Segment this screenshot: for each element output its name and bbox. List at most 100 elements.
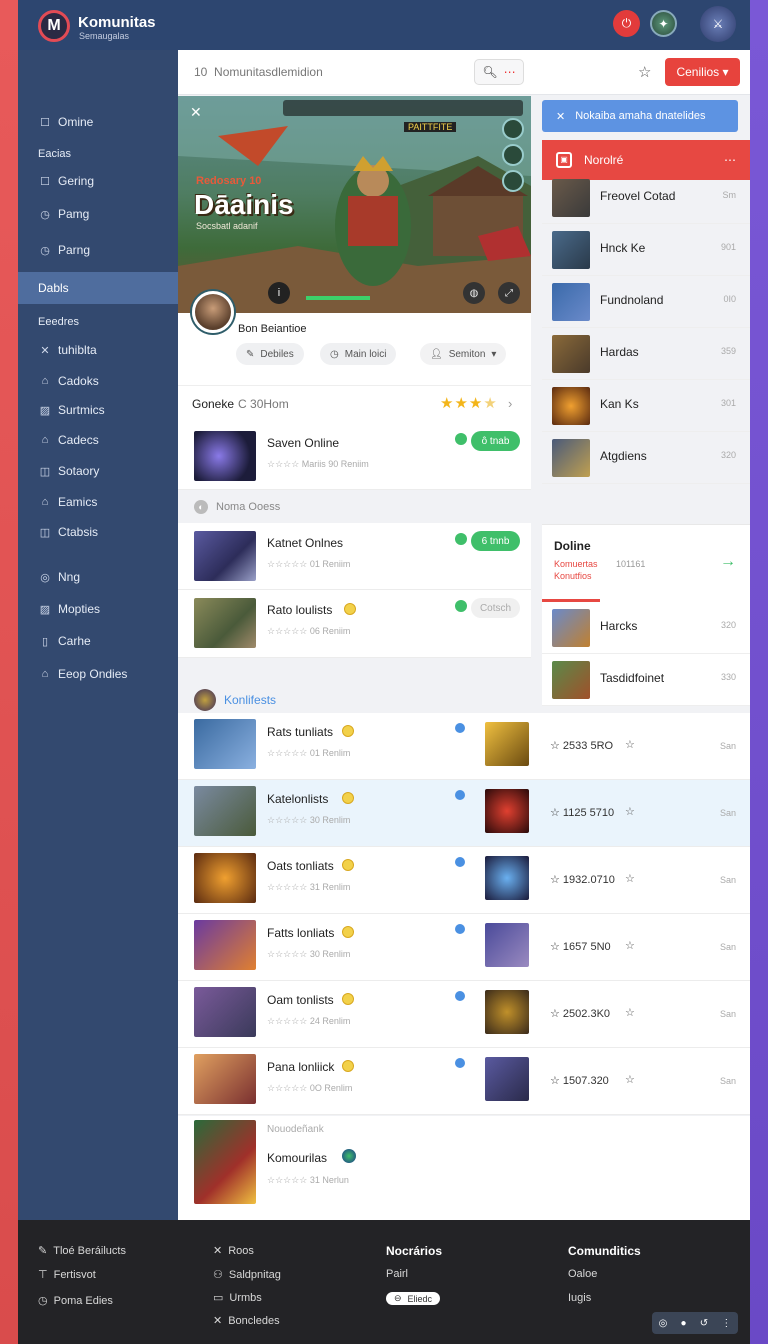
sidebar-item-label: Eeop Ondies bbox=[58, 667, 128, 681]
favorite-star-icon[interactable]: ☆ bbox=[638, 63, 651, 81]
table-row[interactable]: Oam tonlists ☆☆☆☆☆ 24 Renlim ☆ 2502.3K0 ☆ Sa… bbox=[178, 981, 750, 1048]
notification-icon[interactable]: ⏻ bbox=[613, 10, 640, 37]
cta-dropdown-button[interactable]: Cenilios ▾ bbox=[665, 58, 740, 86]
clock-icon: ◷ bbox=[38, 1295, 48, 1307]
badge-icon[interactable] bbox=[502, 170, 524, 192]
undo-icon[interactable]: ↺ bbox=[700, 1318, 708, 1329]
sidebar-item-parng[interactable]: ◷ Parng bbox=[18, 235, 178, 265]
footer-link[interactable]: ✕ Roos bbox=[213, 1244, 254, 1258]
refresh-icon[interactable]: ◎ bbox=[659, 1318, 668, 1329]
favorite-star-icon[interactable]: ☆ bbox=[625, 1006, 635, 1019]
table-row[interactable]: Katelonlists ☆☆☆☆☆ 30 Renlim ☆ 1125 5710 ☆ S… bbox=[178, 780, 750, 847]
row-value: ☆ 2502.3K0 bbox=[550, 1008, 611, 1020]
badge-icon[interactable] bbox=[502, 118, 524, 140]
sidebar-item-label: tuhiblta bbox=[58, 343, 97, 357]
play-pill-button[interactable]: 6 tnnb bbox=[471, 531, 520, 551]
item-value: 301 bbox=[720, 398, 736, 408]
search-button[interactable]: 🔍︎ ⋯ bbox=[474, 59, 524, 85]
table-row[interactable]: Rats tunliats ☆☆☆☆☆ 01 Renlim ☆ 2533 5RO ☆ S… bbox=[178, 713, 750, 780]
sidebar-item-eamics[interactable]: ⌂ Eamics bbox=[18, 487, 178, 517]
coin-icon bbox=[342, 993, 354, 1005]
footer-link[interactable]: ✕ Boncledes bbox=[213, 1314, 280, 1328]
arrow-right-icon[interactable]: → bbox=[720, 553, 736, 571]
game-thumbnail bbox=[194, 598, 256, 648]
table-row[interactable]: Oats tonliats ☆☆☆☆☆ 31 Renlim ☆ 1932.0710 ☆… bbox=[178, 847, 750, 914]
game-thumbnail bbox=[194, 431, 256, 481]
right-panel: ✕ Nokaiba amaha dnatelides ▣ Norolré ⋯ Freo… bbox=[542, 96, 750, 706]
favorite-star-icon[interactable]: ☆ bbox=[625, 738, 635, 751]
footer-link-label: Roos bbox=[228, 1244, 254, 1257]
sidebar-item-ctabsis[interactable]: ◫ Ctabsis bbox=[18, 517, 178, 547]
close-icon[interactable]: ✕ bbox=[190, 104, 202, 121]
sidebar-item-mopties[interactable]: ▨ Mopties bbox=[18, 594, 178, 624]
users-icon: ⚇ bbox=[213, 1269, 223, 1281]
footer-link[interactable]: ▭ Urmbs bbox=[213, 1291, 262, 1305]
pill-button[interactable]: Cotsch bbox=[471, 598, 520, 618]
hero-banner[interactable]: PAITTFITE ✕ Redosary 10 Dāainis Socsbatl… bbox=[178, 96, 531, 313]
list-item[interactable]: Nouodeñank Komourilas ☆☆☆☆☆ 31 Nerlun bbox=[178, 1116, 750, 1220]
row-meta-text: 24 Renlim bbox=[309, 1016, 351, 1026]
favorite-star-icon[interactable]: ☆ bbox=[625, 805, 635, 818]
footer-link[interactable]: Iugis bbox=[568, 1292, 591, 1304]
close-icon[interactable]: ✕ bbox=[556, 110, 565, 123]
search-text: Nomunitasdlemidion bbox=[214, 65, 323, 79]
footer-link[interactable]: ⊤ Fertisvot bbox=[38, 1268, 96, 1282]
record-icon[interactable]: ● bbox=[681, 1318, 687, 1329]
list-item[interactable]: Atgdiens 320 bbox=[542, 432, 750, 484]
more-icon[interactable]: ⋯ bbox=[724, 153, 736, 167]
search-input[interactable]: 10 Nomunitasdlemidion bbox=[194, 65, 323, 79]
app-logo[interactable]: M bbox=[38, 10, 70, 42]
chip-debiles[interactable]: ✎ Debiles bbox=[236, 343, 304, 365]
chat-icon: ▭ bbox=[213, 1292, 224, 1304]
list-item[interactable]: Rato loulists ☆☆☆☆☆ 06 Reniim Cotsch bbox=[178, 590, 531, 658]
footer-pill-button[interactable]: ⊖ Eliedc bbox=[386, 1292, 441, 1305]
sidebar-item-eeop-ondies[interactable]: ⌂ Eeop Ondies bbox=[18, 659, 178, 689]
badge-icon[interactable] bbox=[502, 144, 524, 166]
sidebar-item-omine[interactable]: ☐ Omine bbox=[18, 107, 178, 137]
favorite-star-icon[interactable]: ☆ bbox=[625, 872, 635, 885]
list-item[interactable]: Hnck Ke 901 bbox=[542, 224, 750, 276]
notice-banner[interactable]: ✕ Nokaiba amaha dnatelides bbox=[542, 100, 738, 132]
list-item[interactable]: Kan Ks 301 bbox=[542, 380, 750, 432]
table-row[interactable]: Fatts lonliats ☆☆☆☆☆ 30 Renlim ☆ 1657 5N0 ☆… bbox=[178, 914, 750, 981]
sidebar-item-dabls[interactable]: Dabls bbox=[18, 272, 178, 304]
footer-link[interactable]: ⚇ Saldpnitag bbox=[213, 1268, 281, 1282]
image-icon: ▨ bbox=[39, 404, 51, 417]
sword-emblem-icon[interactable]: ⚔ bbox=[700, 6, 736, 42]
footer-link[interactable]: Oaloe bbox=[568, 1268, 597, 1280]
list-item[interactable]: Hardas 359 bbox=[542, 328, 750, 380]
sidebar-item-pamg[interactable]: ◷ Pamg bbox=[18, 199, 178, 229]
list-item[interactable]: Harcks 320 bbox=[542, 602, 750, 654]
favorite-star-icon[interactable]: ☆ bbox=[625, 939, 635, 952]
favorite-star-icon[interactable]: ☆ bbox=[625, 1073, 635, 1086]
list-item[interactable]: Saven Online ☆☆☆☆ Mariis 90 Reniim ô tna… bbox=[178, 423, 531, 490]
footer-link[interactable]: ◷ Poma Edies bbox=[38, 1294, 113, 1308]
sidebar-item-cadoks[interactable]: ⌂ Cadoks bbox=[18, 366, 178, 396]
sidebar-item-carhe[interactable]: ▯ Carhe bbox=[18, 626, 178, 656]
sidebar-item-sotaory[interactable]: ◫ Sotaory bbox=[18, 456, 178, 486]
play-pill-button[interactable]: ô tnab bbox=[471, 431, 520, 451]
footer-link[interactable]: ✎ Tloé Beráilucts bbox=[38, 1244, 126, 1258]
footer-link[interactable]: Pairl bbox=[386, 1268, 408, 1280]
list-item[interactable]: Katnet Onlnes ☆☆☆☆☆ 01 Reniim 6 tnnb bbox=[178, 523, 531, 590]
share-icon[interactable]: ⤢ bbox=[498, 282, 520, 304]
sidebar-item-tuhiblta[interactable]: ✕ tuhiblta bbox=[18, 335, 178, 365]
chip-semiton[interactable]: 👤︎ Semiton ▾ bbox=[420, 343, 507, 365]
sidebar-item-gering[interactable]: ☐ Gering bbox=[18, 166, 178, 196]
list-item[interactable]: Fundnoland 0I0 bbox=[542, 276, 750, 328]
sidebar-item-cadecs[interactable]: ⌂ Cadecs bbox=[18, 425, 178, 455]
sidebar-item-nng[interactable]: ◎ Nng bbox=[18, 562, 178, 592]
online-box[interactable]: Doline Komuertas Konutfios 101161 → bbox=[542, 524, 750, 602]
chip-main[interactable]: ◷ Main loici bbox=[320, 343, 397, 365]
chevron-right-icon[interactable]: › bbox=[508, 396, 512, 411]
mute-icon[interactable]: ◍ bbox=[463, 282, 485, 304]
avatar[interactable] bbox=[192, 291, 234, 333]
table-row[interactable]: Pana lonliick ☆☆☆☆☆ 0O Renlim ☆ 1507.320 ☆ S… bbox=[178, 1048, 750, 1115]
more-icon[interactable]: ⋮ bbox=[721, 1318, 731, 1329]
sidebar-item-surtmics[interactable]: ▨ Surtmics bbox=[18, 395, 178, 425]
status-dot bbox=[455, 1058, 465, 1068]
guild-badge-icon[interactable]: ✦ bbox=[650, 10, 677, 37]
list-item[interactable]: Freovel Cotad Sm bbox=[542, 172, 750, 224]
item-title: Harcks bbox=[600, 619, 638, 633]
info-icon[interactable]: i bbox=[268, 282, 290, 304]
